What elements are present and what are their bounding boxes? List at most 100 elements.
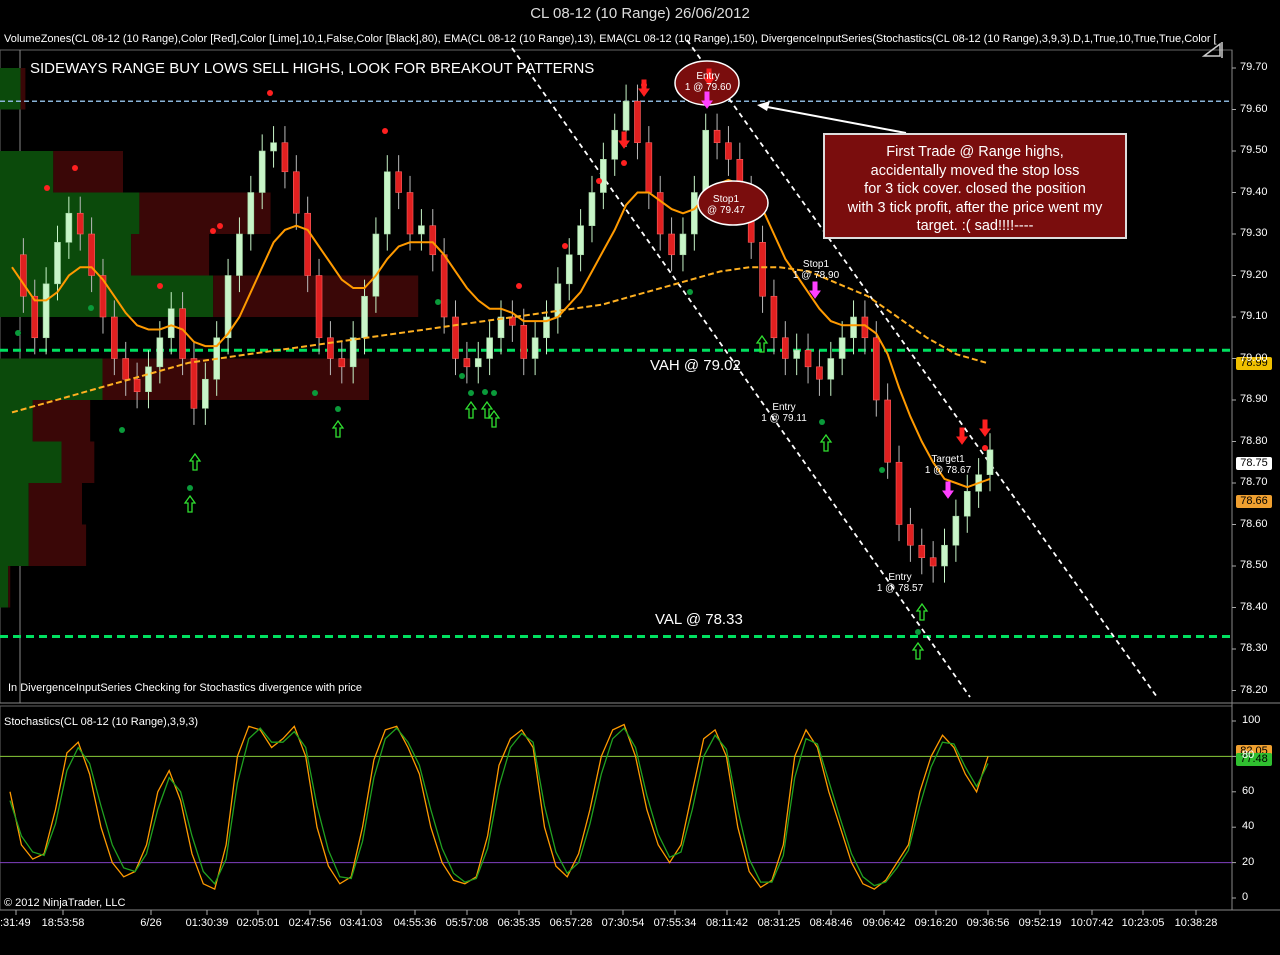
candle-body	[224, 275, 232, 339]
signal-dot-buy	[459, 373, 465, 379]
time-tick-label: 10:38:28	[1174, 917, 1218, 929]
volume-zone-buy	[0, 524, 29, 566]
price-tick-label: 78.80	[1240, 434, 1268, 447]
time-tick-label: 08:11:42	[705, 917, 748, 929]
candle-body	[304, 212, 311, 276]
candle-body	[600, 159, 607, 193]
candle-body	[247, 192, 255, 235]
candle-body	[668, 233, 675, 256]
time-tick-label: 02:47:56	[288, 917, 332, 929]
signal-dot-buy	[119, 427, 125, 433]
volume-zone-sell	[28, 483, 82, 525]
signal-dot-sell	[44, 185, 50, 191]
candle-body	[691, 192, 698, 235]
price-tick-label: 78.60	[1240, 517, 1268, 530]
trade-label-entry-top: Entry 1 @ 79.60	[684, 71, 732, 93]
note-line: accidentally moved the stop loss	[870, 162, 1080, 179]
price-tick-label: 78.90	[1240, 393, 1268, 405]
candle-body	[270, 142, 277, 152]
sell-arrow-icon	[618, 131, 630, 149]
candle-body	[941, 544, 948, 567]
candle-body	[486, 337, 493, 359]
note-line: First Trade @ Range highs,	[886, 144, 1064, 160]
price-tick-label: 79.10	[1240, 310, 1268, 322]
volume-zone-sell	[32, 400, 91, 442]
buy-arrow-icon	[183, 494, 197, 513]
candle-body	[327, 337, 334, 359]
copyright: © 2012 NinjaTrader, LLC	[4, 897, 126, 909]
signal-dot-buy	[187, 485, 193, 491]
candle-body	[281, 142, 289, 173]
price-box-last: 78.75	[1236, 457, 1272, 470]
candle-body	[42, 283, 50, 339]
target-arrow-icon	[942, 481, 954, 499]
candle-body	[31, 295, 39, 339]
time-tick-label: 09:16:20	[914, 917, 958, 929]
signal-dot-buy	[312, 390, 318, 396]
candle-body	[361, 295, 368, 339]
candle-body	[338, 358, 346, 368]
buy-arrow-icon	[188, 452, 202, 471]
volume-zone-buy	[0, 358, 103, 400]
signal-dot-buy	[468, 390, 474, 396]
volume-zone-buy	[0, 400, 33, 442]
trade-label-stop1: Stop1 1 @ 78.90	[792, 259, 840, 281]
stoch-tick-label: 80	[1242, 749, 1255, 762]
candle-body	[395, 171, 402, 193]
candle-body	[463, 358, 471, 368]
stoch-series-d	[9, 723, 989, 891]
signal-dot-sell	[516, 283, 522, 289]
time-tick-label: 18:53:58	[41, 917, 85, 929]
time-tick-label: 06:35:35	[497, 917, 541, 929]
candle-body	[452, 316, 459, 359]
volume-zone-sell	[8, 566, 11, 608]
candle-body	[759, 242, 766, 297]
time-tick-label: 08:31:25	[757, 917, 801, 929]
signal-dot-sell	[562, 243, 568, 249]
time-tick-label: 01:30:39	[185, 917, 229, 929]
signal-dot-buy	[88, 305, 94, 311]
price-tick-label: 79.40	[1240, 185, 1268, 198]
time-tick-label: 03:41:03	[339, 917, 383, 929]
signal-dot-buy	[335, 406, 341, 412]
val-label: VAL @ 78.33	[655, 611, 743, 628]
price-tick-label: 79.50	[1240, 144, 1268, 156]
candle-body	[952, 515, 960, 546]
candle-body	[645, 142, 653, 193]
time-tick-label: 6/26	[140, 917, 162, 929]
stoch-tick-label: 100	[1242, 714, 1261, 726]
candle-body	[782, 337, 789, 359]
signal-dot-sell	[596, 178, 602, 184]
candle-body	[577, 225, 584, 256]
candle-body	[429, 225, 437, 256]
signal-dot-buy	[687, 289, 693, 295]
candle-body	[907, 524, 914, 546]
candle-body	[383, 171, 391, 235]
candle-body	[167, 308, 175, 339]
candle-body	[202, 378, 209, 409]
stoch-tick-label: 20	[1242, 855, 1255, 868]
candle-body	[20, 254, 27, 297]
stoch-tick-label: 40	[1242, 820, 1255, 833]
time-tick-label: 08:48:46	[809, 917, 853, 929]
buy-arrow-icon	[911, 641, 925, 660]
time-tick-label: 09:52:19	[1018, 917, 1062, 929]
candle-body	[872, 337, 880, 401]
candle-body	[156, 337, 164, 368]
candle-body	[65, 212, 73, 243]
candle-body	[588, 192, 596, 227]
candle-body	[76, 212, 84, 235]
candle-body	[918, 544, 926, 558]
signal-dot-buy	[482, 389, 488, 395]
price-box-ema13: 78.66	[1236, 495, 1272, 508]
price-tick-label: 79.70	[1240, 61, 1268, 73]
buy-arrow-icon	[331, 419, 345, 438]
candle-body	[531, 337, 539, 359]
time-tick-label: 09:36:56	[966, 917, 1010, 929]
candle-body	[349, 337, 357, 368]
time-tick-label: 09:06:42	[862, 917, 906, 929]
volume-zone-sell	[102, 358, 369, 400]
buy-arrow-icon	[487, 409, 501, 428]
candle-body	[827, 358, 835, 380]
price-tick-label: 78.30	[1240, 642, 1268, 654]
